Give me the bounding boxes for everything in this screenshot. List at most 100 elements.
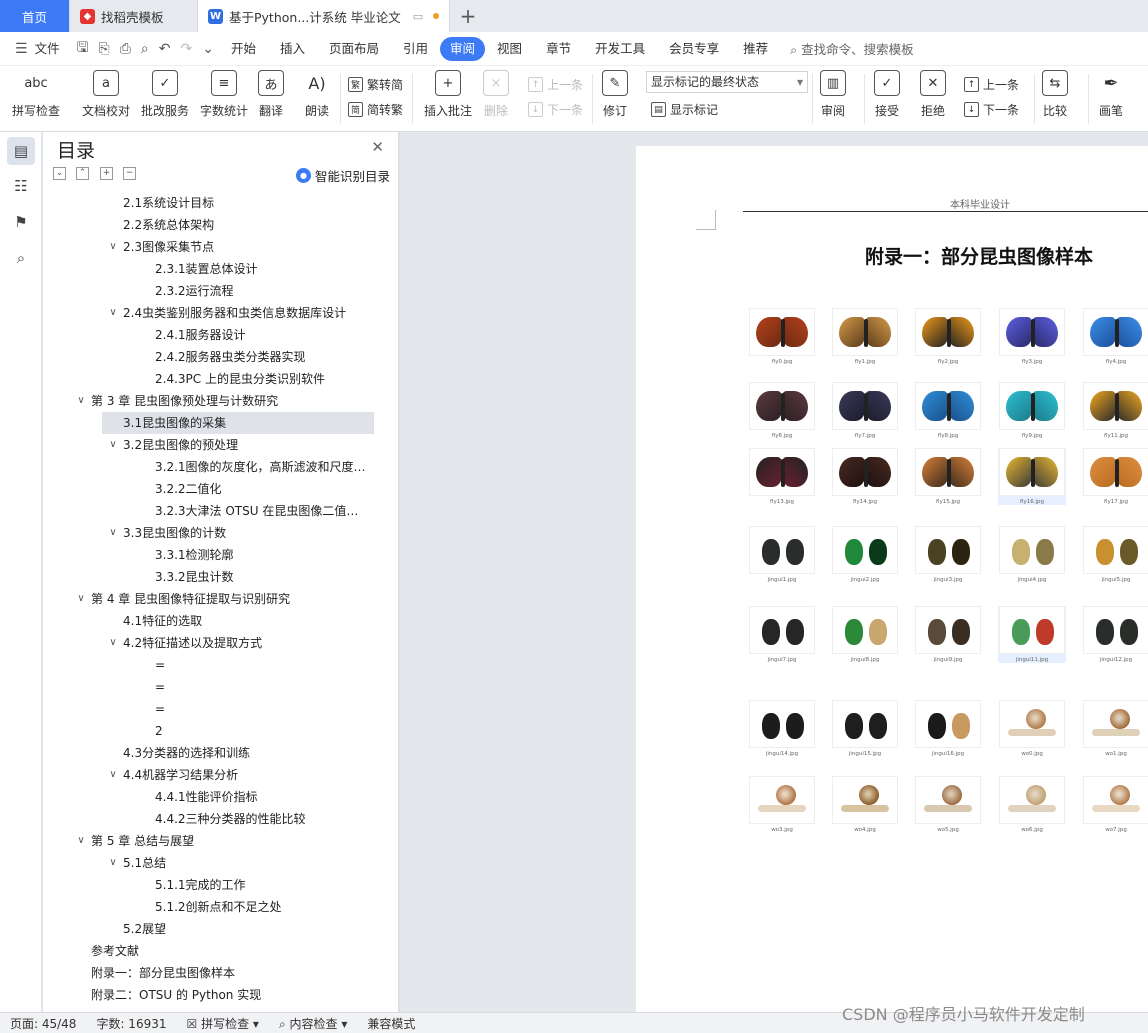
sample-image[interactable]: jingui11.jpg (998, 606, 1066, 663)
sample-image[interactable]: fly4.jpg (1082, 308, 1148, 365)
toc-item[interactable]: ∨ 第 3 章 昆虫图像预处理与计数研究 (43, 390, 373, 412)
sample-image[interactable]: jingui1.jpg (748, 526, 816, 583)
toc-item[interactable]: 2.3.1装置总体设计 (43, 258, 373, 280)
toc-item[interactable]: ∨ 5.1总结 (43, 852, 373, 874)
toc-item[interactable]: ∨ 2.4虫类鉴别服务器和虫类信息数据库设计 (43, 302, 373, 324)
bookmark-icon[interactable]: ⚑ (7, 208, 35, 236)
track-changes-button[interactable]: ✎ 修订 (602, 70, 628, 119)
chevron-down-icon[interactable]: ∨ (107, 434, 119, 456)
sample-image[interactable]: wo7.jpg (1082, 776, 1148, 833)
chapter-nav-icon[interactable]: ☷ (7, 172, 35, 200)
sample-image[interactable]: jingui3.jpg (914, 526, 982, 583)
toc-item[interactable]: = (43, 654, 373, 676)
sample-image[interactable]: fly13.jpg (748, 448, 816, 505)
toc-item[interactable]: ∨ 4.2特征描述以及提取方式 (43, 632, 373, 654)
translate-button[interactable]: あ翻译 (258, 70, 284, 119)
spell-check-status[interactable]: ☒ 拼写检查 ▾ (177, 1015, 269, 1032)
toc-item[interactable]: 5.1.1完成的工作 (43, 874, 373, 896)
sample-image[interactable]: wo4.jpg (831, 776, 899, 833)
sample-image[interactable]: fly8.jpg (914, 382, 982, 439)
command-search[interactable]: ⌕ 查找命令、搜索模板 (790, 39, 914, 58)
chevron-down-icon[interactable]: ∨ (75, 390, 87, 412)
toc-item[interactable]: 参考文献 (43, 940, 373, 962)
print-icon[interactable]: ⎙ (115, 41, 136, 57)
sample-image[interactable]: fly11.jpg (1082, 382, 1148, 439)
sample-image[interactable]: wo1.jpg (1082, 700, 1148, 757)
toc-item[interactable]: ∨ 4.4机器学习结果分析 (43, 764, 373, 786)
sample-image[interactable]: jingui8.jpg (831, 606, 899, 663)
toc-item[interactable]: 3.2.2二值化 (43, 478, 373, 500)
toc-item[interactable]: 3.3.2昆虫计数 (43, 566, 373, 588)
menu-review[interactable]: 审阅 (440, 36, 486, 61)
toc-item[interactable]: 4.4.1性能评价指标 (43, 786, 373, 808)
toc-pane-icon[interactable]: ▤ (7, 137, 35, 165)
smart-toc-button[interactable]: ● 智能识别目录 (295, 166, 390, 185)
menu-developer[interactable]: 开发工具 (583, 37, 657, 61)
chevron-down-icon[interactable]: ∨ (75, 830, 87, 852)
insert-comment-button[interactable]: + 插入批注 (424, 70, 472, 119)
sample-image[interactable]: fly9.jpg (998, 382, 1066, 439)
prev-change-button[interactable]: ↑ 上一条 (964, 76, 1019, 93)
sample-image[interactable]: wo6.jpg (998, 776, 1066, 833)
sample-image[interactable]: fly3.jpg (998, 308, 1066, 365)
accept-button[interactable]: ✓ 接受 (874, 70, 900, 119)
delete-comment-button[interactable]: × 删除 (483, 70, 509, 119)
toc-item[interactable]: 2.4.1服务器设计 (43, 324, 373, 346)
sample-image[interactable]: jingui15.jpg (831, 700, 899, 757)
chevron-down-icon[interactable]: ∨ (107, 236, 119, 258)
expand-up-icon[interactable]: ⌃ (76, 167, 89, 180)
toc-item[interactable]: ∨ 3.2昆虫图像的预处理 (43, 434, 373, 456)
compare-button[interactable]: ⇆ 比较 (1042, 70, 1068, 119)
tab-home[interactable]: 首页 (0, 0, 70, 32)
redo-icon[interactable]: ↷ (176, 41, 198, 57)
toc-item[interactable]: = (43, 698, 373, 720)
close-icon[interactable]: ✕ (371, 138, 384, 156)
content-check-status[interactable]: ⌕ 内容检查 ▾ (269, 1015, 357, 1032)
tab-pin-icon[interactable]: ▭ (413, 10, 423, 23)
sample-image[interactable]: fly16.jpg (998, 448, 1066, 505)
export-pdf-icon[interactable]: ⎘ (94, 41, 115, 57)
word-count-button[interactable]: ≡ 字数统计 (200, 70, 248, 119)
toc-item[interactable]: 3.2.1图像的灰度化，高斯滤波和尺度归一化 (43, 456, 373, 478)
spell-check-button[interactable]: abc 拼写检查 (12, 70, 60, 119)
simp-to-trad-button[interactable]: 简简转繁 (348, 101, 403, 118)
pen-button[interactable]: ✒ 画笔 (1098, 70, 1124, 119)
collapse-all-icon[interactable]: ⌄ (53, 167, 66, 180)
menu-member[interactable]: 会员专享 (657, 37, 731, 61)
undo-icon[interactable]: ↶ (154, 41, 176, 57)
remove-heading-icon[interactable]: − (123, 167, 136, 180)
menu-view[interactable]: 视图 (485, 37, 534, 61)
sample-image[interactable]: fly2.jpg (914, 308, 982, 365)
batch-service-button[interactable]: ✓ 批改服务 (141, 70, 189, 119)
chevron-down-icon[interactable]: ∨ (107, 302, 119, 324)
toc-item[interactable]: 4.3分类器的选择和训练 (43, 742, 373, 764)
menu-recommend[interactable]: 推荐 (731, 37, 780, 61)
chevron-down-icon[interactable]: ∨ (107, 522, 119, 544)
sample-image[interactable]: fly7.jpg (831, 382, 899, 439)
toc-item[interactable]: ∨ 第 5 章 总结与展望 (43, 830, 373, 852)
new-tab-button[interactable]: + (450, 0, 486, 32)
toc-item[interactable]: 2.4.2服务器虫类分类器实现 (43, 346, 373, 368)
next-change-button[interactable]: ↓ 下一条 (964, 101, 1019, 118)
sample-image[interactable]: jingui16.jpg (914, 700, 982, 757)
menu-references[interactable]: 引用 (391, 37, 440, 61)
toc-item[interactable]: ∨ 3.3昆虫图像的计数 (43, 522, 373, 544)
sample-image[interactable]: jingui9.jpg (914, 606, 982, 663)
sample-image[interactable]: fly6.jpg (748, 382, 816, 439)
toc-item[interactable]: 附录一：部分昆虫图像样本 (43, 962, 373, 984)
review-pane-button[interactable]: ▥ 审阅 (820, 70, 846, 119)
sample-image[interactable]: jingui5.jpg (1082, 526, 1148, 583)
sample-image[interactable]: jingui7.jpg (748, 606, 816, 663)
toc-item[interactable]: ∨ 第 4 章 昆虫图像特征提取与识别研究 (43, 588, 373, 610)
sample-image[interactable]: fly14.jpg (831, 448, 899, 505)
sample-image[interactable]: wo5.jpg (914, 776, 982, 833)
toc-item[interactable]: ∨ 2.3图像采集节点 (43, 236, 373, 258)
print-preview-icon[interactable]: ⌕ (136, 41, 154, 57)
add-heading-icon[interactable]: + (100, 167, 113, 180)
doc-proofread-button[interactable]: a 文档校对 (82, 70, 130, 119)
tab-docer[interactable]: ◆ 找稻壳模板 (70, 0, 198, 32)
hamburger-icon[interactable]: ☰ (10, 41, 33, 57)
menu-section[interactable]: 章节 (534, 37, 583, 61)
chevron-down-icon[interactable]: ∨ (107, 632, 119, 654)
toc-item[interactable]: = (43, 676, 373, 698)
